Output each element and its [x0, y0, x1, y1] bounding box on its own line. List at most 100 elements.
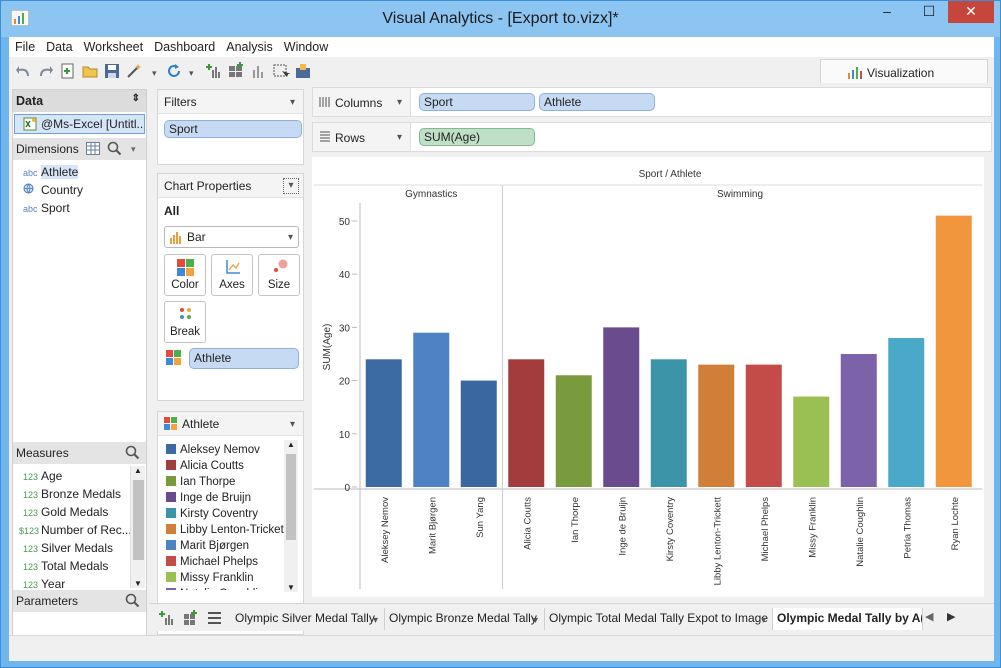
chart-properties-dropdown-icon[interactable]: ▾ [283, 178, 299, 194]
legend-swatch [166, 444, 176, 454]
legend-dropdown-icon[interactable]: ▾ [290, 419, 295, 430]
dimension-sport[interactable]: abc Sport [23, 200, 70, 216]
legend-swatch [166, 540, 176, 550]
legend-item[interactable]: Ian Thorpe [166, 476, 235, 492]
x-tick-label: Ryan Lochte [950, 497, 961, 550]
new-worksheet-icon[interactable] [159, 610, 175, 626]
menu-analysis[interactable]: Analysis [220, 37, 278, 54]
search-icon[interactable] [125, 593, 140, 608]
table-view-icon[interactable] [86, 142, 100, 155]
tab-dropdown-icon[interactable]: ▾ [373, 615, 378, 626]
legend-item[interactable]: Marit Bjørgen [166, 540, 249, 556]
new-icon[interactable] [59, 62, 77, 80]
columns-athlete-pill[interactable]: Athlete [539, 93, 655, 111]
add-dashboard-icon[interactable] [227, 62, 245, 80]
measures-scrollbar[interactable]: ▲ ▼ [130, 466, 145, 588]
break-button[interactable]: Break [164, 301, 206, 343]
legend-label: Inge de Bruijn [180, 492, 251, 504]
save-icon[interactable] [103, 62, 121, 80]
search-icon[interactable] [107, 141, 122, 156]
open-folder-icon[interactable] [81, 62, 99, 80]
rows-sum-age-pill[interactable]: SUM(Age) [419, 128, 535, 146]
menu-worksheet[interactable]: Worksheet [78, 37, 149, 54]
rows-dropdown-icon[interactable]: ▾ [397, 132, 402, 143]
menu-window[interactable]: Window [278, 37, 333, 54]
clear-sheet-icon[interactable] [249, 62, 267, 80]
undo-icon[interactable] [15, 62, 33, 80]
legend-scrollbar[interactable]: ▲ ▼ [284, 440, 298, 592]
legend-item[interactable]: Libby Lenton-Trickett [166, 524, 284, 540]
data-sort-icon[interactable]: ⇕ [132, 93, 140, 104]
add-worksheet-icon[interactable] [205, 62, 223, 80]
scroll-down-icon[interactable]: ▼ [287, 583, 295, 592]
columns-sport-pill[interactable]: Sport [419, 93, 535, 111]
dimension-country[interactable]: Country [23, 182, 83, 198]
legend-item[interactable]: Alicia Coutts [166, 460, 244, 476]
redo-icon[interactable] [36, 62, 54, 80]
color-athlete-pill[interactable]: Athlete [189, 348, 299, 369]
minimize-button[interactable]: – [872, 1, 902, 23]
legend-item[interactable]: Michael Phelps [166, 556, 258, 572]
parameters-title: Parameters [16, 594, 79, 608]
tab-total-medal[interactable]: Olympic Total Medal Tally Expot to Image… [545, 608, 773, 630]
scroll-down-icon[interactable]: ▼ [134, 579, 142, 588]
scrollbar-thumb[interactable] [286, 454, 296, 540]
measure-gold-medals[interactable]: 123 Gold Medals [23, 504, 108, 520]
menu-dashboard[interactable]: Dashboard [148, 37, 220, 54]
measure-bronze-medals[interactable]: 123 Bronze Medals [23, 486, 121, 502]
legend-item[interactable]: Kirsty Coventry [166, 508, 258, 524]
columns-dropdown-icon[interactable]: ▾ [397, 97, 402, 108]
measure-age[interactable]: 123 Age [23, 468, 62, 484]
chart-type-select[interactable]: Bar ▾ [164, 226, 299, 248]
legend-item[interactable]: Aleksey Nemov [166, 444, 260, 460]
maximize-button[interactable]: ☐ [914, 1, 944, 23]
legend-item[interactable]: Missy Franklin [166, 572, 253, 588]
title-bar: Visual Analytics - [Export to.vizx]* – ☐… [1, 1, 1000, 37]
bar [698, 364, 735, 487]
axes-button[interactable]: Axes [211, 254, 253, 296]
x-tick-label: Libby Lenton-Trickett [712, 497, 723, 586]
tab-dropdown-icon[interactable]: ▾ [761, 615, 766, 626]
tab-medal-by-age[interactable]: Olympic Medal Tally by A( [773, 608, 923, 630]
menu-data[interactable]: Data [40, 37, 77, 54]
scroll-up-icon[interactable]: ▲ [287, 440, 295, 449]
magic-wand-icon[interactable] [125, 62, 143, 80]
connection-item[interactable]: @Ms-Excel [Untitl... [14, 114, 145, 134]
y-axis-label: SUM(Age) [322, 324, 333, 371]
visualization-tab[interactable]: Visualization [820, 59, 988, 83]
export-image-icon[interactable] [294, 62, 312, 80]
columns-shelf-label: Columns ▾ [313, 88, 411, 116]
tab-scroll-right-icon[interactable]: ▶ [947, 610, 955, 623]
legend-item[interactable]: Inge de Bruijn [166, 492, 251, 508]
select-region-icon[interactable] [272, 62, 290, 80]
refresh-icon[interactable] [165, 62, 183, 80]
tab-scroll-left-icon[interactable]: ◀ [925, 610, 933, 623]
tab-dropdown-icon[interactable]: ▾ [533, 615, 538, 626]
size-button[interactable]: Size [258, 254, 300, 296]
dimension-athlete[interactable]: abc Athlete [23, 164, 79, 180]
new-dashboard-icon[interactable] [182, 610, 198, 626]
chart-properties-header: Chart Properties ▾ [158, 174, 303, 198]
measure-silver-medals[interactable]: 123 Silver Medals [23, 540, 113, 556]
menu-file[interactable]: File [9, 37, 40, 54]
filters-dropdown-icon[interactable]: ▾ [290, 97, 295, 108]
color-button[interactable]: Color [164, 254, 206, 296]
close-button[interactable]: ✕ [948, 1, 994, 23]
filter-sport-pill[interactable]: Sport [164, 120, 302, 138]
scroll-up-icon[interactable]: ▲ [134, 466, 142, 475]
legend-item[interactable]: Natalie Coughlin [166, 588, 264, 590]
scrollbar-thumb[interactable] [133, 480, 144, 560]
refresh-dropdown-icon[interactable]: ▾ [189, 68, 194, 79]
tab-bronze-medal[interactable]: Olympic Bronze Medal Tally ▾ [385, 608, 545, 630]
magic-dropdown-icon[interactable]: ▾ [152, 68, 157, 79]
dimension-label: Country [41, 183, 84, 197]
tab-list-icon[interactable] [207, 611, 222, 625]
measure-number-of-records[interactable]: $123 Number of Rec... [19, 522, 132, 538]
measure-total-medals[interactable]: 123 Total Medals [23, 558, 108, 574]
bar-chart: Sport / Athlete SUM(Age) 0 10 20 30 40 50 Gymnas… [314, 169, 982, 589]
tab-silver-medal[interactable]: Olympic Silver Medal Tally ▾ [231, 608, 385, 630]
measure-label: Number of Rec... [41, 523, 132, 537]
search-icon[interactable] [125, 445, 140, 460]
dimensions-dropdown-icon[interactable]: ▾ [131, 144, 136, 155]
y-tick-label: 40 [339, 270, 351, 281]
